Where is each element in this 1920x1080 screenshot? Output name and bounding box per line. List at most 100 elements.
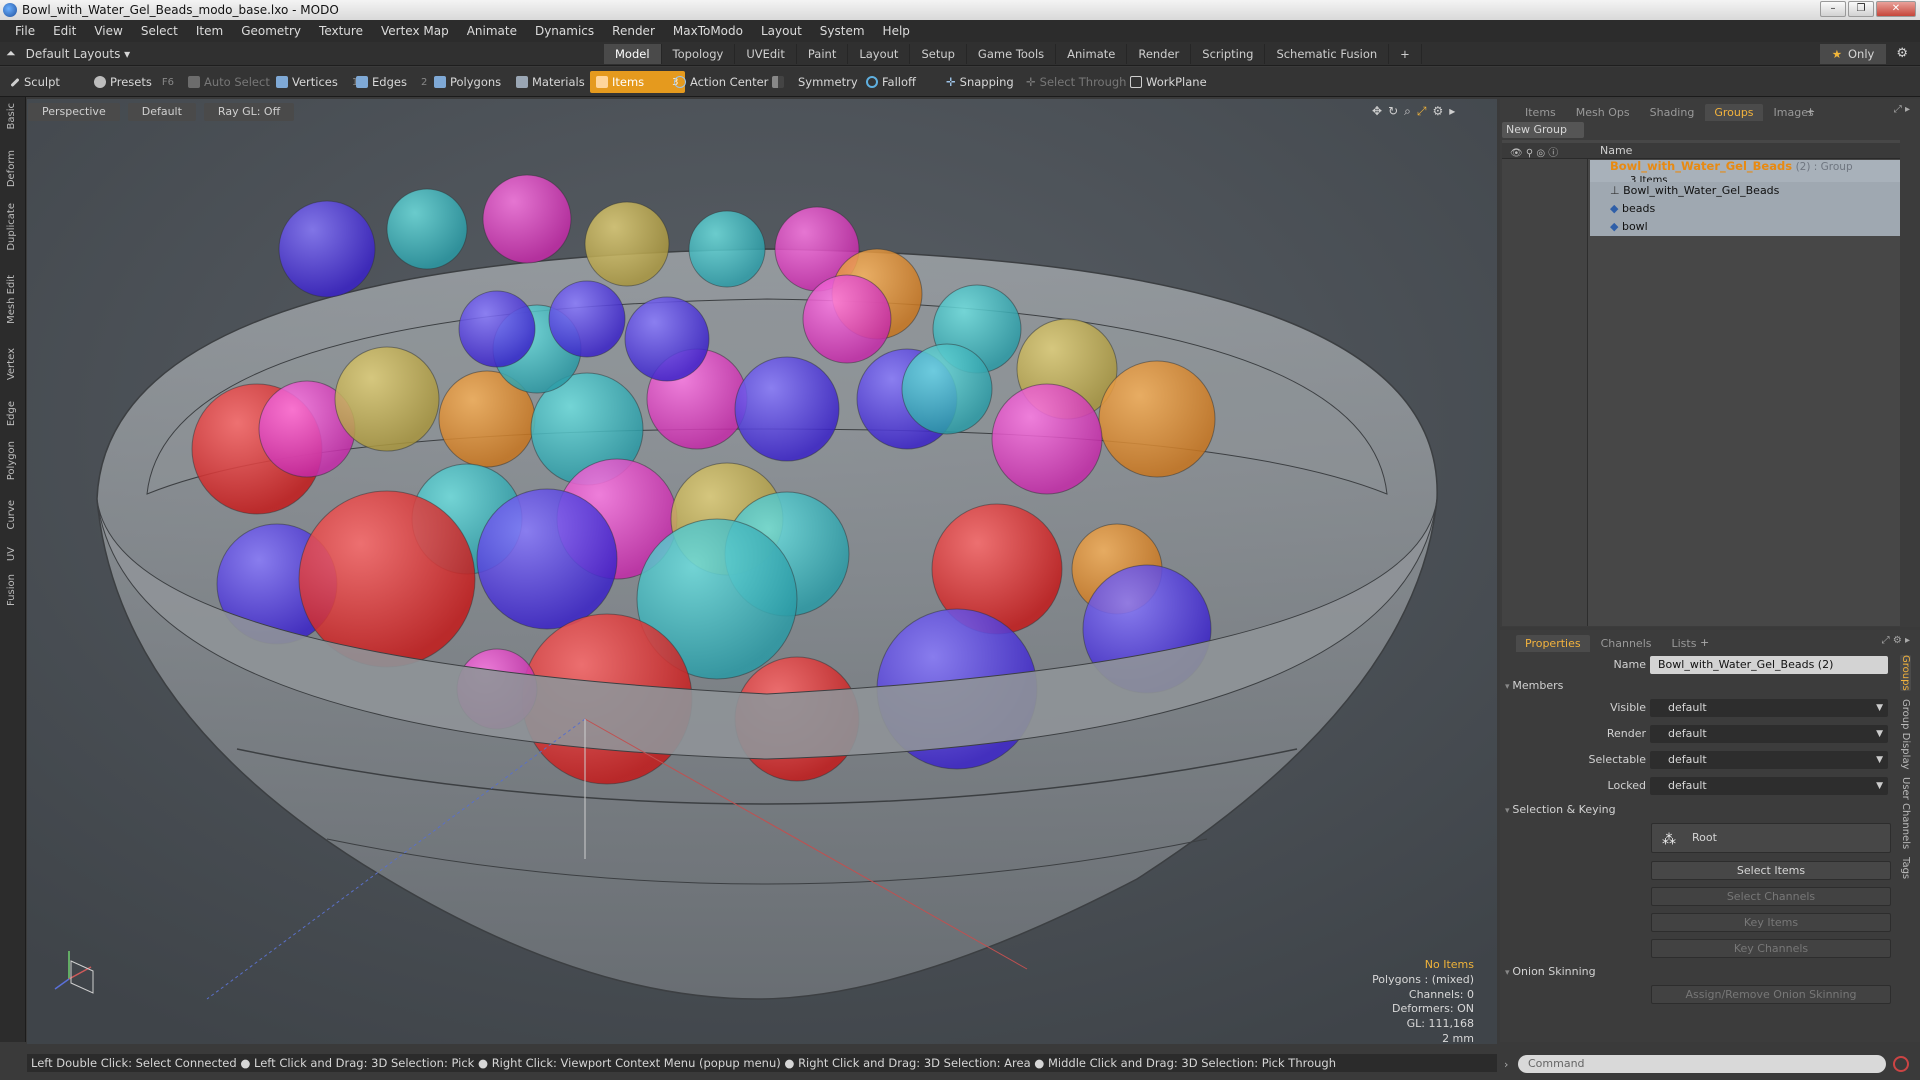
side-tab-groups[interactable]: Groups — [1900, 655, 1911, 691]
tab-animate[interactable]: Animate — [1056, 44, 1128, 64]
tab-scripting[interactable]: Scripting — [1191, 44, 1266, 64]
shading-default-dropdown[interactable]: Default — [127, 103, 196, 121]
tab-layout[interactable]: Layout — [848, 44, 911, 64]
menu-select[interactable]: Select — [132, 24, 187, 38]
tree-item-bowl[interactable]: ◆ bowl — [1590, 218, 1900, 236]
key-items-button[interactable]: Key Items — [1651, 913, 1891, 932]
select-channels-button[interactable]: Select Channels — [1651, 887, 1891, 906]
command-record-icon[interactable] — [1893, 1056, 1909, 1072]
raygl-toggle[interactable]: Ray GL: Off — [203, 103, 295, 121]
presets-button[interactable]: Presets F6 — [88, 71, 180, 93]
tree-item-bowl-with-water-gel-beads[interactable]: ⊥ Bowl_with_Water_Gel_Beads — [1590, 182, 1900, 200]
selectable-dropdown[interactable]: default ▼ — [1650, 751, 1888, 769]
left-tab-mesh-edit[interactable]: Mesh Edit — [6, 275, 17, 324]
left-tab-polygon[interactable]: Polygon — [6, 441, 17, 480]
sculpt-button[interactable]: Sculpt — [4, 71, 66, 93]
side-tab-tags[interactable]: Tags — [1900, 857, 1911, 879]
members-section[interactable]: Members — [1505, 679, 1563, 692]
visibility-column[interactable] — [1502, 159, 1588, 626]
tab-game-tools[interactable]: Game Tools — [967, 44, 1057, 64]
fit-icon[interactable]: ⤢ — [1417, 104, 1427, 119]
root-button[interactable]: ⁂ Root — [1651, 823, 1891, 853]
select-items-button[interactable]: Select Items — [1651, 861, 1891, 880]
menu-maxtomodo[interactable]: MaxToModo — [664, 24, 752, 38]
gear-icon[interactable]: ⚙ — [1890, 44, 1914, 64]
tab-render[interactable]: Render — [1127, 44, 1192, 64]
pan-icon[interactable]: ✥ — [1372, 104, 1382, 119]
menu-vertex-map[interactable]: Vertex Map — [372, 24, 458, 38]
left-tab-duplicate[interactable]: Duplicate — [6, 203, 17, 251]
side-tab-group-display[interactable]: Group Display — [1900, 699, 1911, 769]
menu-dynamics[interactable]: Dynamics — [526, 24, 603, 38]
menu-edit[interactable]: Edit — [44, 24, 85, 38]
layout-pin-icon[interactable]: ⏶ — [6, 46, 16, 61]
panel-expand-icon[interactable]: ⤢ ▸ — [1894, 104, 1910, 115]
close-button[interactable]: ✕ — [1876, 1, 1916, 17]
menu-layout[interactable]: Layout — [752, 24, 811, 38]
menu-render[interactable]: Render — [603, 24, 664, 38]
maximize-button[interactable]: ❐ — [1848, 1, 1874, 17]
tab-model[interactable]: Model — [604, 44, 662, 64]
tab-channels[interactable]: Channels — [1592, 635, 1661, 652]
render-dropdown[interactable]: default ▼ — [1650, 725, 1888, 743]
select-through-button[interactable]: ✛ Select Through — [1020, 71, 1132, 93]
name-field[interactable]: Bowl_with_Water_Gel_Beads (2) — [1650, 656, 1888, 674]
left-tab-curve[interactable]: Curve — [6, 500, 17, 530]
only-button[interactable]: ★ Only — [1819, 44, 1887, 64]
tree-item-beads[interactable]: ◆ beads — [1590, 200, 1900, 218]
tab-uvedit[interactable]: UVEdit — [735, 44, 797, 64]
onion-skinning-section[interactable]: Onion Skinning — [1505, 965, 1595, 978]
menu-texture[interactable]: Texture — [310, 24, 372, 38]
menu-view[interactable]: View — [85, 24, 131, 38]
tab-groups[interactable]: Groups — [1705, 104, 1763, 121]
selection-keying-section[interactable]: Selection & Keying — [1505, 803, 1615, 816]
3d-viewport[interactable] — [27, 99, 1497, 1044]
left-tab-uv[interactable]: UV — [6, 547, 17, 561]
workplane-button[interactable]: WorkPlane — [1124, 71, 1213, 93]
menu-file[interactable]: File — [6, 24, 44, 38]
edges-button[interactable]: Edges 2 — [350, 71, 433, 93]
left-tab-vertex[interactable]: Vertex — [6, 348, 17, 380]
materials-button[interactable]: Materials — [510, 71, 591, 93]
snapping-button[interactable]: ✛ Snapping — [940, 71, 1020, 93]
add-tab-icon[interactable]: + — [1700, 636, 1709, 649]
panel-expand-icon[interactable]: ⤢ ⚙ ▸ — [1882, 635, 1910, 646]
tab-items[interactable]: Items — [1516, 104, 1565, 121]
locked-dropdown[interactable]: default ▼ — [1650, 777, 1888, 795]
view-perspective-dropdown[interactable]: Perspective — [28, 103, 120, 121]
left-tab-basic[interactable]: Basic — [6, 103, 17, 129]
falloff-button[interactable]: Falloff — [860, 71, 922, 93]
auto-select-button[interactable]: Auto Select — [182, 71, 276, 93]
left-tab-edge[interactable]: Edge — [6, 401, 17, 426]
tab-setup[interactable]: Setup — [910, 44, 967, 64]
command-input[interactable]: Command — [1518, 1055, 1886, 1073]
action-center-button[interactable]: Action Center — [668, 71, 774, 93]
polygons-button[interactable]: Polygons — [428, 71, 507, 93]
viewport-expand-icon[interactable]: ▸ — [1449, 104, 1455, 119]
menu-system[interactable]: System — [811, 24, 874, 38]
new-group-button[interactable]: New Group — [1502, 122, 1584, 138]
default-layouts-dropdown[interactable]: Default Layouts ▾ — [26, 47, 131, 61]
key-channels-button[interactable]: Key Channels — [1651, 939, 1891, 958]
tab-schematic-fusion[interactable]: Schematic Fusion — [1265, 44, 1390, 64]
visible-dropdown[interactable]: default ▼ — [1650, 699, 1888, 717]
menu-help[interactable]: Help — [874, 24, 919, 38]
tab-topology[interactable]: Topology — [662, 44, 736, 64]
tab-mesh-ops[interactable]: Mesh Ops — [1567, 104, 1639, 121]
menu-item[interactable]: Item — [187, 24, 232, 38]
menu-animate[interactable]: Animate — [458, 24, 526, 38]
side-tab-user-channels[interactable]: User Channels — [1900, 777, 1911, 849]
zoom-icon[interactable]: ⌕ — [1404, 104, 1411, 119]
menu-geometry[interactable]: Geometry — [232, 24, 310, 38]
symmetry-button[interactable]: Symmetry — [766, 71, 864, 93]
minimize-button[interactable]: – — [1820, 1, 1846, 17]
group-row[interactable]: Bowl_with_Water_Gel_Beads (2) : Group 3 … — [1590, 160, 1900, 186]
name-column-header[interactable]: Name — [1600, 144, 1632, 157]
tab-shading[interactable]: Shading — [1641, 104, 1704, 121]
left-tab-fusion[interactable]: Fusion — [6, 574, 17, 606]
left-tab-deform[interactable]: Deform — [6, 150, 17, 187]
tab-properties[interactable]: Properties — [1516, 635, 1590, 652]
add-tab-icon[interactable]: + — [1806, 105, 1815, 118]
tab-paint[interactable]: Paint — [797, 44, 849, 64]
viewport-settings-icon[interactable]: ⚙ — [1432, 104, 1443, 119]
